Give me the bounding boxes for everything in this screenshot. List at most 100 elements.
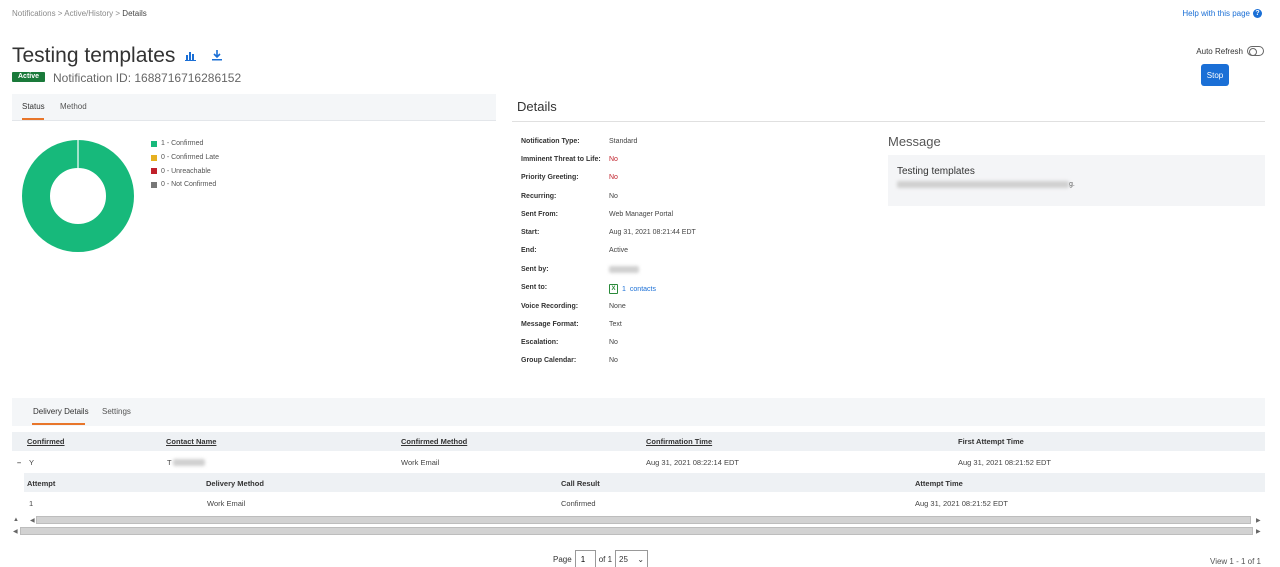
collapse-row-toggle[interactable]: –	[17, 458, 21, 467]
legend-swatch	[151, 181, 157, 188]
legend-swatch	[151, 154, 157, 161]
column-confirmed[interactable]: Confirmed	[27, 437, 65, 446]
cell-call-result: Confirmed	[561, 499, 596, 508]
detail-value: Text	[609, 321, 622, 328]
detail-label: Message Format:	[521, 321, 579, 328]
status-badge: Active	[12, 72, 46, 82]
legend-item-not-confirmed[interactable]: 0 - Not Confirmed	[151, 178, 219, 192]
column-attempt-time: Attempt Time	[915, 479, 963, 488]
scroll-right-arrow[interactable]: ▶	[1256, 517, 1261, 524]
help-icon: ?	[1253, 9, 1262, 18]
tab-delivery-details[interactable]: Delivery Details	[33, 407, 89, 416]
legend-swatch	[151, 140, 157, 147]
chevron-down-icon: ⌄	[637, 554, 645, 564]
notification-id: Notification ID: 1688716716286152	[53, 71, 242, 85]
page-label: Page	[553, 554, 572, 564]
cell-delivery-method: Work Email	[207, 499, 246, 508]
detail-value: Standard	[609, 138, 638, 145]
column-confirmed-method[interactable]: Confirmed Method	[401, 437, 467, 446]
page-size-select[interactable]: 25 ⌄	[615, 550, 649, 567]
detail-value: No	[609, 174, 618, 181]
detail-value: No	[609, 156, 618, 163]
stop-button[interactable]: Stop	[1201, 64, 1229, 86]
detail-row-sent-from: Sent From: Web Manager Portal	[521, 211, 673, 221]
legend-item-unreachable[interactable]: 0 - Unreachable	[151, 164, 219, 178]
message-title: Message	[888, 134, 941, 149]
detail-label: Group Calendar:	[521, 357, 577, 364]
cell-contact-name: T	[167, 458, 205, 467]
excel-icon: X	[609, 284, 618, 294]
detail-row-message-format: Message Format: Text	[521, 321, 622, 331]
tab-status[interactable]: Status	[22, 102, 45, 111]
page-title: Testing templates	[12, 44, 176, 67]
auto-refresh-toggle[interactable]	[1247, 46, 1264, 56]
column-contact-name[interactable]: Contact Name	[166, 437, 216, 446]
detail-row-sent-to: Sent to: X 1 contacts	[521, 284, 656, 294]
detail-label: Start:	[521, 229, 540, 236]
detail-label: End:	[521, 247, 537, 254]
scroll-left-arrow[interactable]: ◀	[30, 517, 35, 524]
detail-value: No	[609, 339, 618, 346]
status-legend: 1 - Confirmed 0 - Confirmed Late 0 - Unr…	[151, 137, 219, 192]
detail-value: No	[609, 193, 618, 200]
inner-horizontal-scrollbar[interactable]	[36, 516, 1251, 524]
report-chart-icon[interactable]	[185, 49, 197, 61]
outer-scroll-left-arrow[interactable]: ◀	[13, 528, 18, 535]
detail-value: None	[609, 303, 626, 310]
auto-refresh-label: Auto Refresh	[1196, 46, 1243, 56]
detail-label: Sent by:	[521, 266, 549, 273]
detail-row-escalation: Escalation: No	[521, 339, 618, 349]
help-link[interactable]: Help with this page ?	[1182, 9, 1262, 18]
outer-horizontal-scrollbar[interactable]	[20, 527, 1253, 535]
message-body: g.	[897, 181, 1075, 188]
outer-scroll-right-arrow[interactable]: ▶	[1256, 528, 1261, 535]
page-number-input[interactable]	[574, 550, 596, 567]
contacts-link[interactable]: X 1 contacts	[609, 284, 656, 294]
detail-row-voice-recording: Voice Recording: None	[521, 303, 626, 313]
contact-initial: T	[167, 458, 172, 467]
scroll-up-arrow[interactable]: ▲	[13, 517, 19, 523]
detail-row-recurring: Recurring: No	[521, 193, 618, 203]
tab-settings[interactable]: Settings	[102, 407, 131, 416]
detail-value: Active	[609, 247, 629, 254]
tab-active-indicator	[22, 118, 44, 120]
message-body-suffix: g.	[1069, 181, 1075, 188]
tab-method[interactable]: Method	[60, 102, 87, 111]
download-icon[interactable]	[211, 49, 223, 61]
redacted-sender	[609, 266, 639, 273]
cell-attempt: 1	[29, 499, 34, 508]
cell-first-attempt: Aug 31, 2021 08:21:52 EDT	[958, 458, 1051, 467]
detail-row-sent-by: Sent by:	[521, 266, 639, 276]
breadcrumb-notifications[interactable]: Notifications	[12, 9, 56, 18]
contacts-count: 1	[622, 285, 626, 293]
view-count: View 1 - 1 of 1	[1210, 557, 1261, 566]
breadcrumb-separator: >	[113, 9, 123, 18]
detail-label: Notification Type:	[521, 138, 580, 145]
column-delivery-method: Delivery Method	[206, 479, 264, 488]
page-of-label: of 1	[598, 554, 613, 564]
delivery-tabs-bar	[12, 398, 1265, 426]
detail-label: Escalation:	[521, 339, 559, 346]
detail-label: Recurring:	[521, 193, 557, 200]
redacted-message-body	[897, 181, 1069, 188]
column-first-attempt-time[interactable]: First Attempt Time	[958, 437, 1024, 446]
legend-item-confirmed-late[interactable]: 0 - Confirmed Late	[151, 151, 219, 165]
detail-label: Voice Recording:	[521, 303, 579, 310]
breadcrumb-active-history[interactable]: Active/History	[64, 9, 113, 18]
legend-label: 0 - Not Confirmed	[161, 181, 217, 189]
status-donut-chart	[22, 140, 134, 252]
cell-attempt-time: Aug 31, 2021 08:21:52 EDT	[915, 499, 1008, 508]
detail-value: Aug 31, 2021 08:21:44 EDT	[609, 229, 696, 236]
breadcrumb: Notifications > Active/History > Details	[12, 9, 147, 18]
legend-label: 0 - Unreachable	[161, 167, 211, 175]
column-confirmation-time[interactable]: Confirmation Time	[646, 437, 712, 446]
auto-refresh: Auto Refresh	[1196, 46, 1264, 56]
details-title: Details	[517, 99, 557, 114]
legend-item-confirmed[interactable]: 1 - Confirmed	[151, 137, 219, 151]
detail-row-priority-greeting: Priority Greeting: No	[521, 174, 618, 184]
detail-value: No	[609, 357, 618, 364]
page-size-value: 25	[619, 554, 628, 564]
redacted-contact-name	[172, 459, 205, 466]
legend-swatch	[151, 168, 157, 175]
detail-label: Sent From:	[521, 211, 558, 218]
